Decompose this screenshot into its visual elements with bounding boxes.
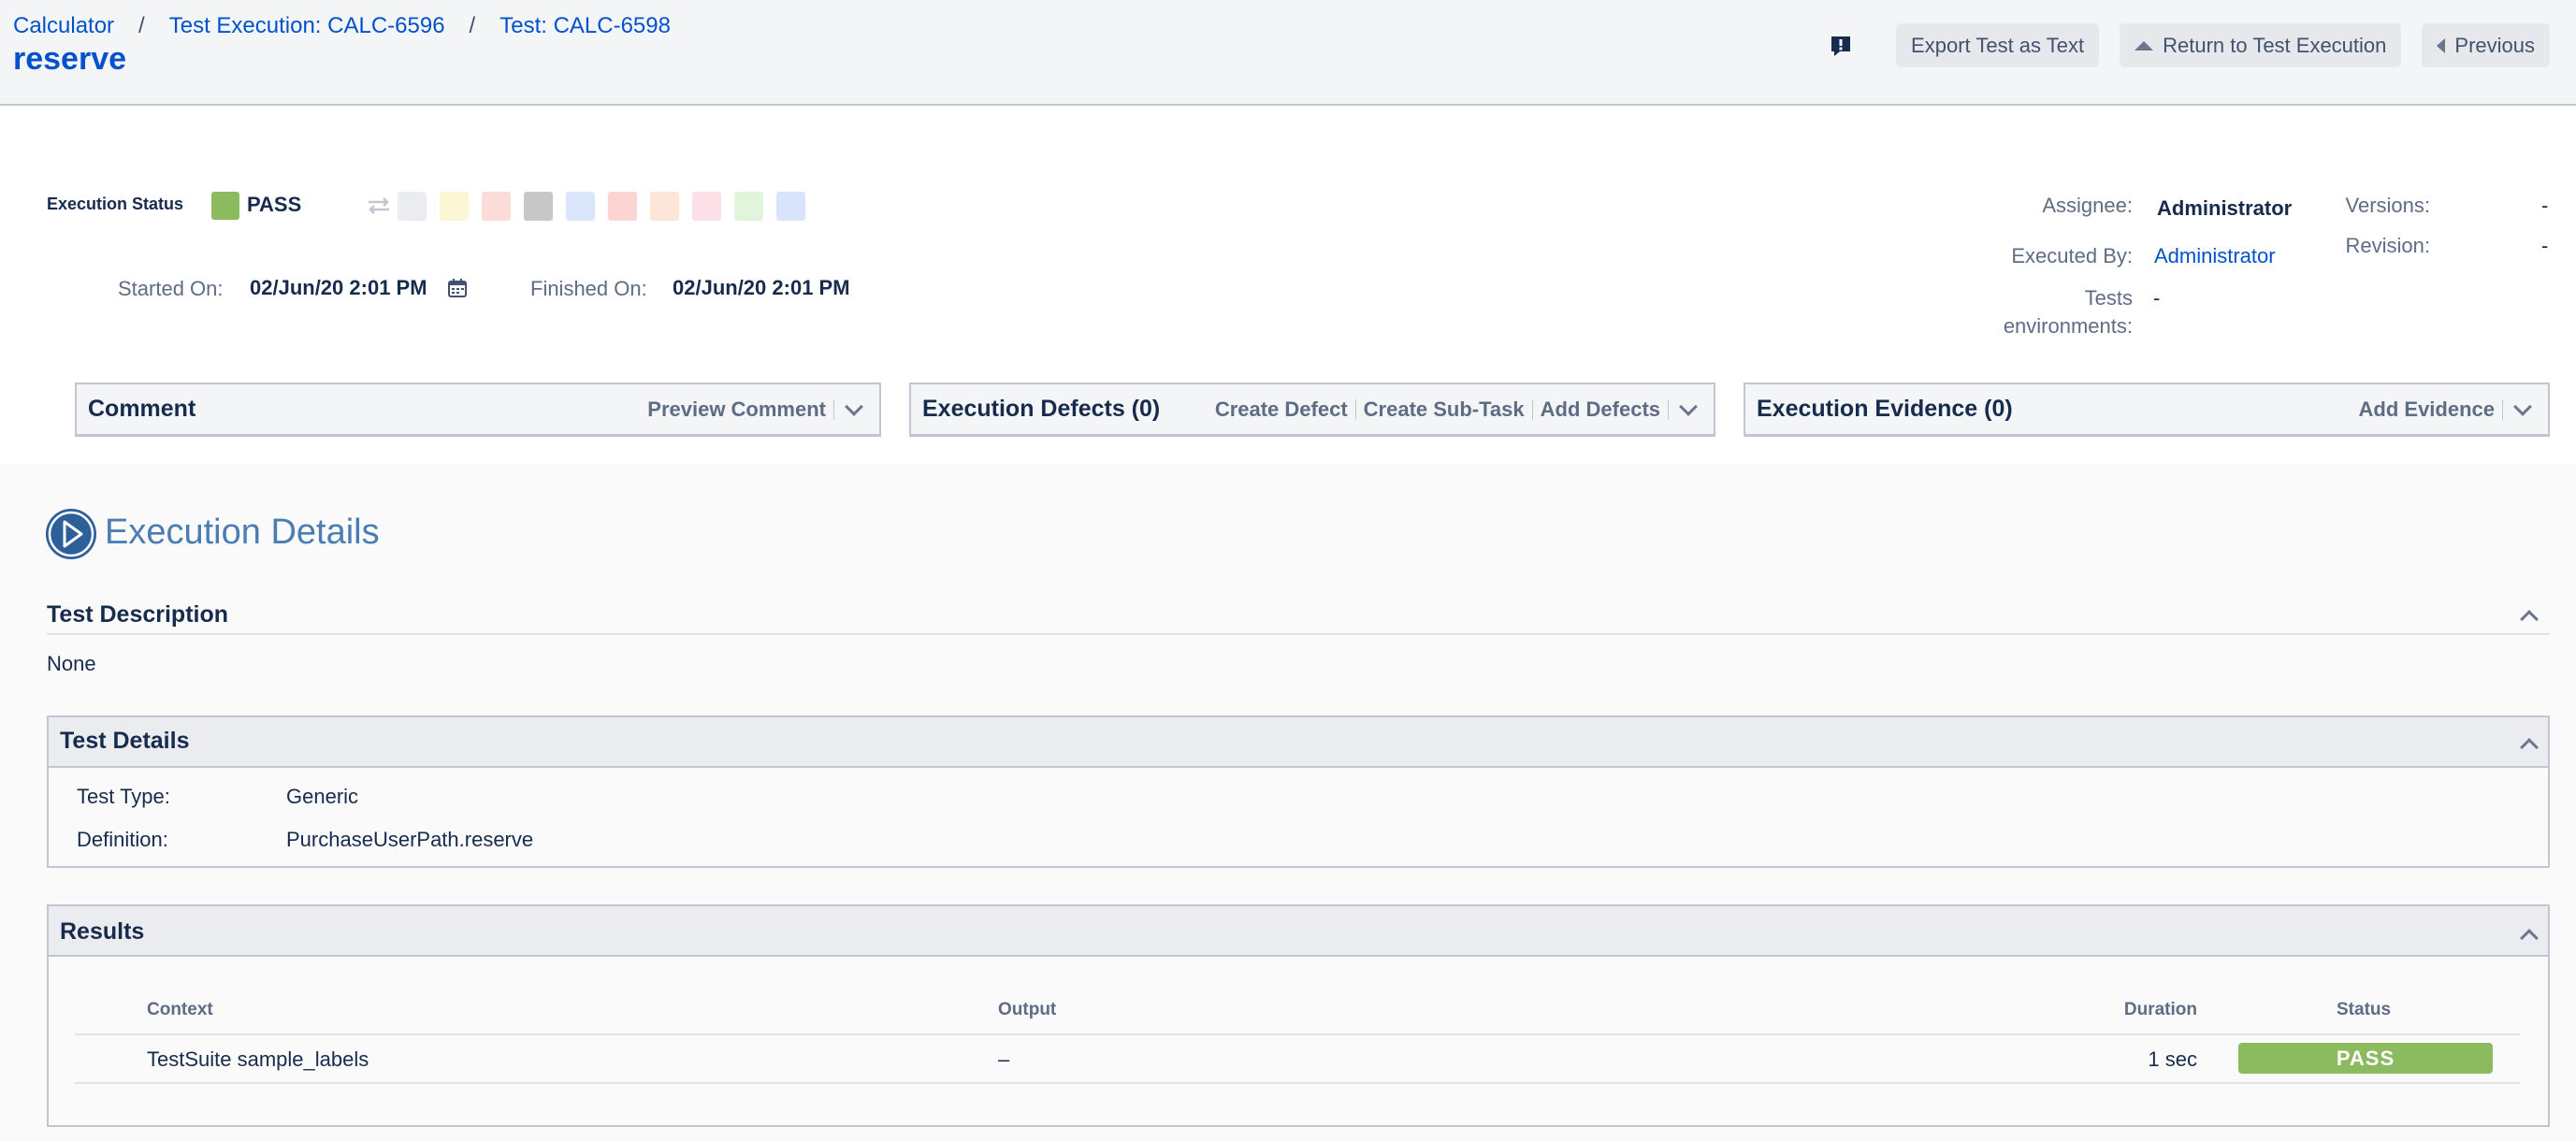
swap-arrows-icon	[369, 197, 389, 214]
column-header-duration: Duration	[2123, 1000, 2197, 1019]
status-option-swatch[interactable]	[650, 192, 679, 221]
finished-on-label: Finished On:	[530, 277, 647, 300]
versions-value: -	[2541, 194, 2549, 217]
defects-panel-actions: Create Defect Create Sub-Task Add Defect…	[1208, 397, 1702, 422]
comment-panel-actions: Preview Comment	[640, 397, 868, 422]
previous-button[interactable]: Previous	[2422, 23, 2550, 67]
execution-play-icon	[46, 509, 96, 559]
started-on-label: Started On:	[118, 277, 224, 300]
definition-value: PurchaseUserPath.reserve	[286, 828, 534, 851]
feedback-icon[interactable]	[1829, 34, 1853, 58]
current-status-swatch	[211, 192, 239, 220]
test-description-title: Test Description	[47, 601, 229, 628]
breadcrumb-project-link[interactable]: Calculator	[13, 13, 114, 39]
status-option-swatch[interactable]	[608, 192, 637, 221]
table-header-divider	[75, 1033, 2520, 1035]
result-duration: 1 sec	[2148, 1047, 2197, 1071]
status-option-swatch[interactable]	[734, 192, 763, 221]
table-row-divider	[75, 1082, 2520, 1084]
executed-by-label: Executed By:	[2011, 244, 2133, 267]
execution-details-heading: Execution Details	[105, 513, 380, 552]
create-subtask-button[interactable]: Create Sub-Task	[1356, 397, 1532, 422]
versions-label: Versions:	[2345, 194, 2431, 217]
test-description-value: None	[47, 652, 96, 675]
breadcrumb: Calculator / Test Execution: CALC-6596 /…	[13, 13, 671, 39]
status-option-swatch[interactable]	[776, 192, 805, 221]
evidence-panel: Execution Evidence (0) Add Evidence	[1744, 383, 2550, 437]
return-label: Return to Test Execution	[2163, 33, 2387, 57]
breadcrumb-test-link[interactable]: Test: CALC-6598	[499, 13, 671, 39]
defects-panel: Execution Defects (0) Create Defect Crea…	[909, 383, 1715, 437]
column-header-context: Context	[147, 1000, 213, 1019]
export-test-label: Export Test as Text	[1911, 33, 2085, 57]
status-option-swatch[interactable]	[398, 192, 427, 221]
results-title: Results	[60, 918, 145, 945]
chevron-down-icon[interactable]	[1679, 397, 1698, 416]
test-details-title: Test Details	[60, 728, 190, 754]
result-status-badge: PASS	[2238, 1043, 2493, 1074]
defects-panel-title: Execution Defects (0)	[922, 396, 1161, 422]
tests-environments-label-1: Tests	[2084, 286, 2133, 310]
action-divider	[833, 398, 834, 420]
test-details-header	[49, 717, 2548, 768]
status-option-swatch[interactable]	[566, 192, 595, 221]
result-output: –	[998, 1047, 1010, 1071]
assignee-label: Assignee:	[2042, 194, 2133, 217]
preview-comment-button[interactable]: Preview Comment	[640, 397, 833, 422]
assignee-value[interactable]: Administrator	[2157, 196, 2292, 221]
status-option-swatch[interactable]	[524, 192, 553, 221]
action-divider	[1668, 398, 1669, 420]
test-type-label: Test Type:	[77, 785, 170, 808]
revision-value: -	[2541, 234, 2549, 257]
calendar-icon[interactable]	[447, 278, 468, 298]
definition-label: Definition:	[77, 828, 168, 851]
chevron-down-icon[interactable]	[845, 397, 863, 416]
divider	[47, 633, 2550, 635]
status-option-swatch[interactable]	[440, 192, 469, 221]
chevron-down-icon[interactable]	[2513, 397, 2532, 416]
arrow-up-icon	[2135, 40, 2154, 51]
breadcrumb-separator: /	[469, 13, 476, 38]
breadcrumb-execution-link[interactable]: Test Execution: CALC-6596	[169, 13, 445, 39]
result-context: TestSuite sample_labels	[147, 1047, 369, 1071]
started-on-value: 02/Jun/20 2:01 PM	[250, 276, 427, 299]
evidence-panel-title: Execution Evidence (0)	[1757, 396, 2013, 422]
create-defect-button[interactable]: Create Defect	[1208, 397, 1355, 422]
test-type-value: Generic	[286, 785, 359, 808]
executed-by-link[interactable]: Administrator	[2154, 244, 2276, 268]
export-test-button[interactable]: Export Test as Text	[1896, 23, 2100, 67]
page-title: reserve	[13, 41, 127, 77]
previous-label: Previous	[2454, 33, 2535, 57]
results-header	[49, 906, 2548, 957]
comment-panel: Comment Preview Comment	[75, 383, 881, 437]
status-options	[398, 192, 805, 221]
breadcrumb-separator: /	[138, 13, 145, 38]
current-status-text: PASS	[247, 193, 302, 216]
evidence-panel-actions: Add Evidence	[2352, 397, 2537, 422]
column-header-status: Status	[2337, 1000, 2392, 1019]
tests-environments-value: -	[2153, 286, 2161, 310]
add-defects-button[interactable]: Add Defects	[1533, 397, 1668, 422]
comment-panel-title: Comment	[88, 396, 196, 422]
column-header-output: Output	[998, 1000, 1057, 1019]
add-evidence-button[interactable]: Add Evidence	[2352, 397, 2502, 422]
return-to-execution-button[interactable]: Return to Test Execution	[2120, 23, 2402, 67]
execution-status-label: Execution Status	[47, 195, 184, 213]
revision-label: Revision:	[2345, 234, 2430, 257]
status-option-swatch[interactable]	[692, 192, 721, 221]
tests-environments-label-2: environments:	[2003, 314, 2133, 338]
status-option-swatch[interactable]	[482, 192, 511, 221]
action-divider	[2502, 398, 2503, 420]
finished-on-value: 02/Jun/20 2:01 PM	[673, 276, 850, 299]
header-actions: Export Test as Text Return to Test Execu…	[1829, 23, 2550, 67]
page-header: Calculator / Test Execution: CALC-6596 /…	[0, 0, 2576, 106]
arrow-left-icon	[2437, 37, 2446, 53]
